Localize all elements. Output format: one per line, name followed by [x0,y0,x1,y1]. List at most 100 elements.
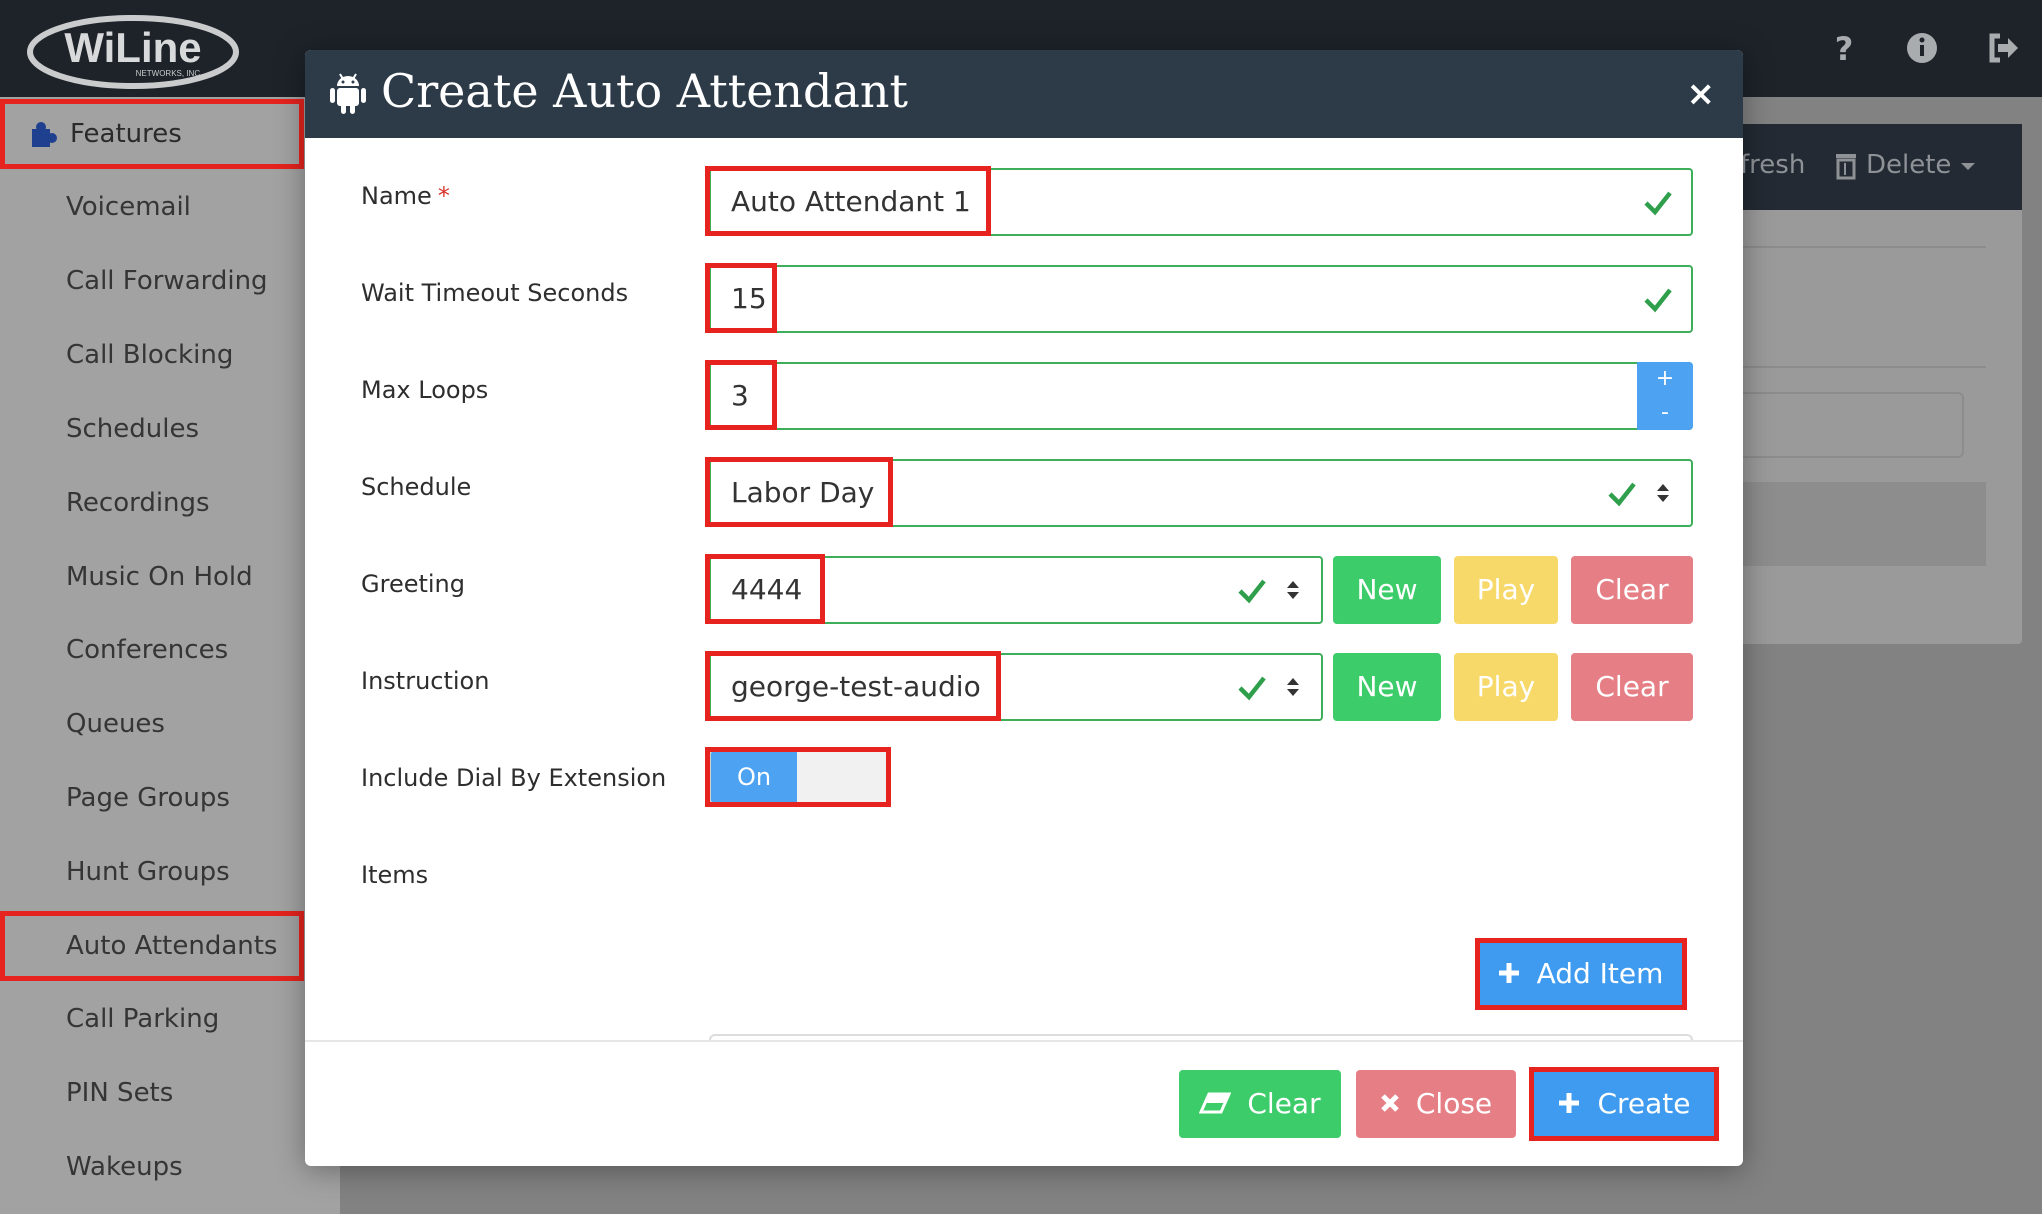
help-question-icon[interactable]: ? [1824,28,1864,68]
sidebar-item-call-forwarding[interactable]: Call Forwarding [0,246,304,316]
sidebar-header-label: Features [70,119,182,149]
sidebar-item-label: Wakeups [66,1152,183,1182]
background-row [1730,482,1986,566]
sidebar-item-voicemail[interactable]: Voicemail [0,172,304,242]
sidebar-item-label: Auto Attendants [66,931,278,961]
name-input-value: Auto Attendant 1 [731,185,971,218]
logout-icon[interactable] [1984,28,2024,68]
greeting-select[interactable]: 4444 [709,556,1323,624]
dial-by-extension-label: Include Dial By Extension [361,764,667,792]
greeting-value: 4444 [731,573,803,606]
name-input[interactable]: Auto Attendant 1 [709,168,1693,236]
instruction-label: Instruction [361,667,490,695]
refresh-label[interactable]: fresh [1740,150,1805,180]
toggle-on-label: On [711,752,797,802]
svg-text:WiLine: WiLine [64,24,201,71]
trash-icon [1836,154,1856,180]
sidebar-item-label: Music On Hold [66,562,253,592]
sidebar-item-label: Schedules [66,414,200,444]
increment-button[interactable]: + [1637,362,1693,396]
schedule-label: Schedule [361,473,472,501]
plus-icon [1559,1093,1580,1113]
footer-close-button[interactable]: Close [1356,1070,1516,1138]
dial-by-extension-toggle[interactable]: On [709,750,889,804]
valid-check-icon [1608,482,1636,507]
modal-header: Create Auto Attendant × [305,50,1743,138]
create-auto-attendant-modal: Create Auto Attendant × Name * Auto Atten… [305,50,1743,1166]
sidebar-item-recordings[interactable]: Recordings [0,468,304,538]
valid-check-icon [1644,191,1672,216]
required-asterisk: * [437,182,450,210]
greeting-clear-button[interactable]: Clear [1571,556,1693,624]
sidebar-item-label: Call Forwarding [66,266,268,296]
sidebar-item-label: Queues [66,709,165,739]
modal-close-icon[interactable]: × [1687,74,1716,114]
max-loops-value: 3 [731,379,749,412]
wait-timeout-value: 15 [731,282,767,315]
modal-title: Create Auto Attendant [381,64,909,118]
max-loops-input[interactable]: 3 + - [709,362,1693,430]
greeting-play-button[interactable]: Play [1454,556,1558,624]
sidebar-item-label: Recordings [66,488,210,518]
instruction-new-button[interactable]: New [1333,653,1441,721]
greeting-new-button[interactable]: New [1333,556,1441,624]
name-label-text: Name [361,182,432,210]
svg-text:NETWORKS, INC.: NETWORKS, INC. [136,69,203,78]
valid-check-icon [1644,288,1672,313]
footer-create-button[interactable]: Create [1532,1070,1716,1138]
instruction-value: george-test-audio [731,670,981,703]
divider [1730,246,1986,248]
greeting-label: Greeting [361,570,465,598]
divider [1730,366,1986,368]
footer-divider [305,1040,1743,1042]
items-label: Items [361,861,429,889]
footer-clear-label: Clear [1247,1087,1321,1120]
instruction-play-button[interactable]: Play [1454,653,1558,721]
wait-timeout-input[interactable]: 15 [709,265,1693,333]
footer-create-label: Create [1597,1087,1691,1120]
instruction-clear-button[interactable]: Clear [1571,653,1693,721]
footer-clear-button[interactable]: Clear [1179,1070,1341,1138]
select-updown-icon [1287,678,1299,696]
sidebar-item-auto-attendants[interactable]: Auto Attendants [0,911,304,981]
android-icon [330,73,366,114]
max-loops-stepper[interactable]: + - [1637,362,1693,430]
valid-check-icon [1238,676,1266,701]
sidebar-item-hunt-groups[interactable]: Hunt Groups [0,837,304,907]
delete-dropdown-label[interactable]: Delete [1866,150,1951,180]
sidebar-item-label: Call Blocking [66,340,234,370]
sidebar-item-call-parking[interactable]: Call Parking [0,984,304,1054]
sidebar-item-conferences[interactable]: Conferences [0,615,304,685]
sidebar-item-schedules[interactable]: Schedules [0,394,304,464]
caret-down-icon [1961,163,1975,170]
sidebar-item-label: Hunt Groups [66,857,230,887]
add-item-button[interactable]: Add Item [1477,940,1683,1008]
add-item-label: Add Item [1536,957,1664,990]
max-loops-label: Max Loops [361,376,489,404]
info-icon[interactable] [1902,28,1942,68]
footer-close-label: Close [1415,1087,1493,1120]
times-icon [1381,1094,1399,1112]
sidebar-item-page-groups[interactable]: Page Groups [0,763,304,833]
wiline-logo[interactable]: WiLine NETWORKS, INC. [24,10,242,90]
valid-check-icon [1238,579,1266,604]
sidebar-item-label: PIN Sets [66,1078,174,1108]
decrement-button[interactable]: - [1637,396,1693,430]
sidebar-item-call-blocking[interactable]: Call Blocking [0,320,304,390]
eraser-icon [1199,1092,1232,1114]
sidebar: Features Voicemail Call Forwarding Call … [0,97,340,1214]
sidebar-item-label: Voicemail [66,192,191,222]
instruction-select[interactable]: george-test-audio [709,653,1323,721]
schedule-select[interactable]: Labor Day [709,459,1693,527]
puzzle-icon [32,121,57,147]
sidebar-item-label: Call Parking [66,1004,220,1034]
sidebar-item-wakeups[interactable]: Wakeups [0,1132,304,1202]
sidebar-header-features[interactable]: Features [0,99,304,169]
name-label: Name * [361,182,450,210]
sidebar-item-label: Conferences [66,635,229,665]
sidebar-item-music-on-hold[interactable]: Music On Hold [0,542,304,612]
svg-text:?: ? [1835,30,1854,68]
sidebar-item-pin-sets[interactable]: PIN Sets [0,1058,304,1128]
sidebar-item-queues[interactable]: Queues [0,689,304,759]
sidebar-item-label: Page Groups [66,783,230,813]
